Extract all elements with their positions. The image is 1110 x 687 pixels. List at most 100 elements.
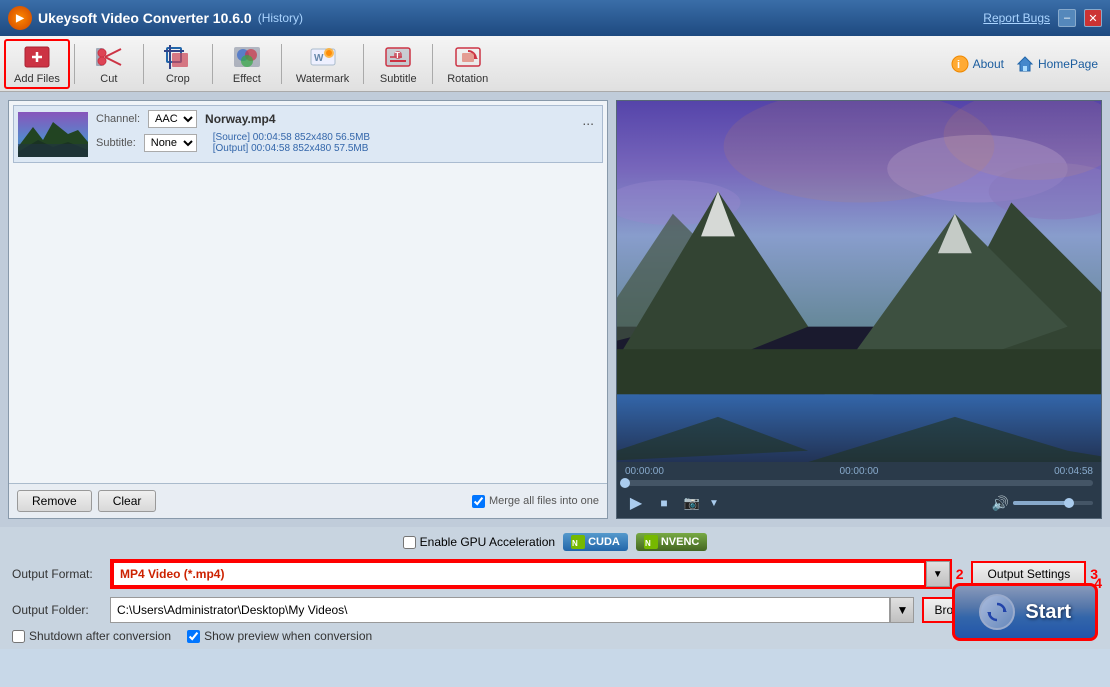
home-icon: [1016, 55, 1034, 73]
cut-button[interactable]: Cut: [79, 39, 139, 89]
subtitle-button[interactable]: T Subtitle: [368, 39, 428, 89]
progress-bar[interactable]: [625, 480, 1093, 486]
app-logo-icon: ▶: [8, 6, 32, 30]
screenshot-dropdown[interactable]: ▼: [709, 498, 719, 509]
start-button-container: Start 4: [952, 583, 1098, 641]
folder-path-display[interactable]: C:\Users\Administrator\Desktop\My Videos…: [110, 597, 890, 623]
output-format-display[interactable]: MP4 Video (*.mp4): [112, 561, 926, 587]
time-start: 00:00:00: [625, 466, 664, 477]
title-bar: ▶ Ukeysoft Video Converter 10.6.0 (Histo…: [0, 0, 1110, 36]
file-thumbnail: [18, 112, 88, 157]
main-content: Channel: AAC Norway.mp4 Subtitle: None […: [0, 92, 1110, 527]
shutdown-option: Shutdown after conversion: [12, 629, 171, 643]
minimize-button[interactable]: –: [1058, 9, 1076, 27]
add-files-icon: [23, 43, 51, 71]
file-more-button[interactable]: ...: [578, 110, 598, 130]
volume-icon: 🔊: [992, 495, 1009, 512]
watermark-button[interactable]: W Watermark: [286, 39, 359, 89]
cut-icon: [95, 43, 123, 71]
shutdown-checkbox[interactable]: [12, 630, 25, 643]
svg-text:W: W: [314, 53, 324, 64]
toolbar-right: i About HomePage: [951, 55, 1106, 73]
play-button[interactable]: ▶: [625, 492, 647, 514]
subtitle-select[interactable]: None: [144, 134, 197, 152]
gpu-acceleration-checkbox[interactable]: [403, 536, 416, 549]
add-files-button[interactable]: Add Files: [4, 39, 70, 89]
show-preview-checkbox[interactable]: [187, 630, 200, 643]
about-icon: i: [951, 55, 969, 73]
title-controls: Report Bugs – ✕: [983, 9, 1102, 27]
cuda-label: CUDA: [588, 536, 620, 548]
crop-icon: [164, 43, 192, 71]
homepage-button[interactable]: HomePage: [1016, 55, 1098, 73]
file-meta-top-row: Channel: AAC Norway.mp4: [96, 110, 570, 128]
history-label: (History): [258, 11, 303, 25]
gpu-label: Enable GPU Acceleration: [420, 535, 555, 549]
clear-button[interactable]: Clear: [98, 490, 157, 512]
thumbnail-image: [18, 112, 88, 157]
rotation-button[interactable]: Rotation: [437, 39, 498, 89]
output-folder-row: Output Folder: C:\Users\Administrator\De…: [12, 597, 1098, 623]
app-title: Ukeysoft Video Converter 10.6.0: [38, 10, 252, 26]
subtitle-label-meta: Subtitle:: [96, 137, 136, 149]
add-files-label: Add Files: [14, 73, 60, 85]
nvenc-badge: N NVENC: [636, 533, 708, 551]
svg-text:N: N: [572, 539, 578, 548]
nvidia-cuda-icon: N: [571, 535, 585, 549]
show-preview-option: Show preview when conversion: [187, 629, 372, 643]
start-button[interactable]: Start: [952, 583, 1098, 641]
output-folder-label: Output Folder:: [12, 603, 102, 617]
start-badge: 4: [1094, 575, 1102, 591]
format-badge: 2: [956, 566, 964, 582]
nvidia-nvenc-icon: N: [644, 535, 658, 549]
cut-label: Cut: [100, 73, 117, 85]
shutdown-label: Shutdown after conversion: [29, 629, 171, 643]
effect-label: Effect: [233, 73, 261, 85]
file-name: Norway.mp4: [205, 112, 275, 126]
output-format-row: Output Format: MP4 Video (*.mp4) ▼ 2 Out…: [12, 559, 1098, 589]
volume-thumb: [1064, 498, 1074, 508]
time-display-row: 00:00:00 00:00:00 00:04:58: [625, 466, 1093, 477]
preview-video-area: [617, 101, 1101, 462]
gpu-checkbox-area: Enable GPU Acceleration: [403, 535, 555, 549]
nvenc-label: NVENC: [661, 536, 700, 548]
cuda-badge: N CUDA: [563, 533, 628, 551]
stop-button[interactable]: ■: [653, 492, 675, 514]
options-row: Shutdown after conversion Show preview w…: [12, 629, 1098, 643]
source-info: [Source] 00:04:58 852x480 56.5MB: [213, 132, 370, 143]
file-meta-mid-row: Subtitle: None [Source] 00:04:58 852x480…: [96, 132, 570, 154]
svg-text:T: T: [395, 51, 400, 60]
subtitle-icon: T: [384, 43, 412, 71]
start-button-label: Start: [1025, 601, 1071, 624]
watermark-icon: W: [309, 43, 337, 71]
preview-panel: 00:00:00 00:00:00 00:04:58 ▶ ■ 📷 ▼ 🔊: [616, 100, 1102, 519]
screenshot-button[interactable]: 📷: [681, 492, 703, 514]
toolbar: Add Files Cut Crop: [0, 36, 1110, 92]
preview-controls: 00:00:00 00:00:00 00:04:58 ▶ ■ 📷 ▼ 🔊: [617, 462, 1101, 518]
folder-path-dropdown[interactable]: ▼: [890, 597, 914, 623]
effect-button[interactable]: Effect: [217, 39, 277, 89]
report-bugs-link[interactable]: Report Bugs: [983, 11, 1050, 25]
about-label: About: [973, 57, 1004, 71]
start-refresh-icon: [979, 594, 1015, 630]
crop-label: Crop: [166, 73, 190, 85]
about-button[interactable]: i About: [951, 55, 1004, 73]
title-left: ▶ Ukeysoft Video Converter 10.6.0 (Histo…: [8, 6, 303, 30]
output-format-dropdown[interactable]: ▼: [926, 561, 950, 587]
crop-button[interactable]: Crop: [148, 39, 208, 89]
merge-checkbox[interactable]: [472, 495, 485, 508]
close-button[interactable]: ✕: [1084, 9, 1102, 27]
toolbar-divider-4: [281, 44, 282, 84]
file-meta: Channel: AAC Norway.mp4 Subtitle: None […: [96, 110, 570, 158]
channel-select[interactable]: AAC: [148, 110, 197, 128]
volume-bar[interactable]: [1013, 501, 1093, 505]
remove-button[interactable]: Remove: [17, 490, 92, 512]
gpu-acceleration-row: Enable GPU Acceleration N CUDA N NVENC: [12, 533, 1098, 551]
preview-image: [617, 101, 1101, 462]
channel-label: Channel:: [96, 113, 140, 125]
volume-area: 🔊: [992, 495, 1093, 512]
rotation-label: Rotation: [447, 73, 488, 85]
file-list-panel: Channel: AAC Norway.mp4 Subtitle: None […: [8, 100, 608, 519]
file-list-footer: Remove Clear Merge all files into one: [9, 483, 607, 518]
effect-icon: [233, 43, 261, 71]
